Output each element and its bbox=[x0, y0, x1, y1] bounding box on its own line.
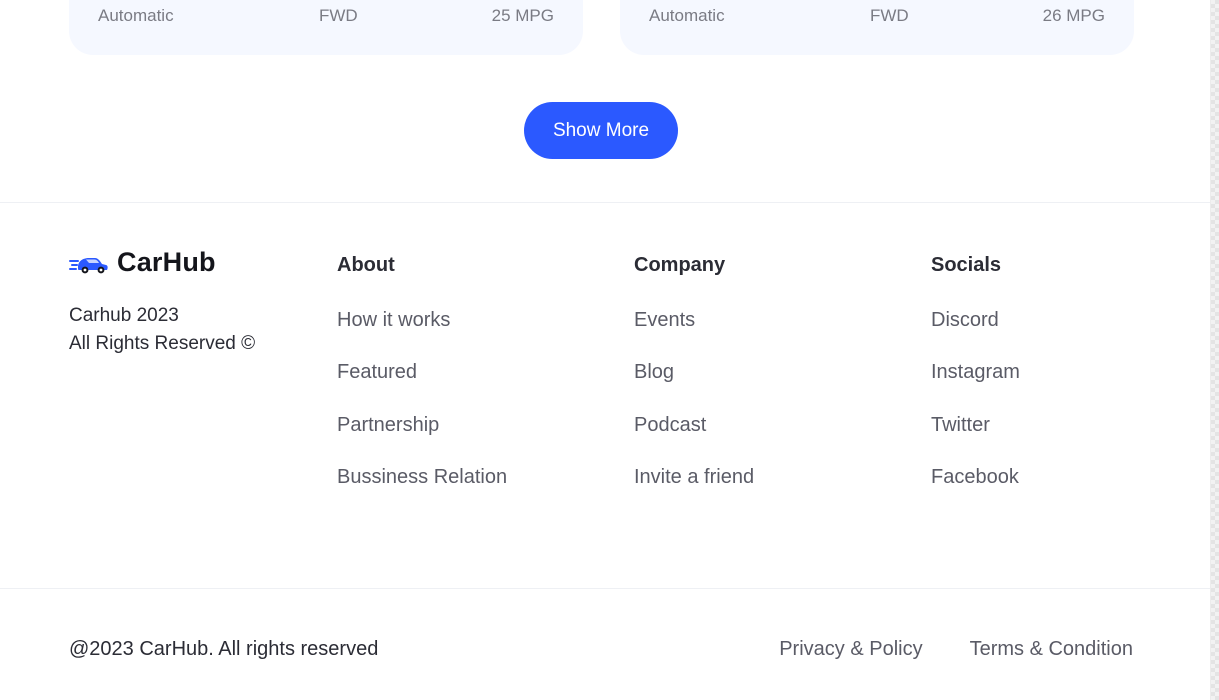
page: Automatic FWD 25 MPG Automatic FWD 26 MP… bbox=[0, 0, 1219, 700]
footer-logo[interactable]: CarHub bbox=[69, 247, 216, 278]
footer-link[interactable]: Bussiness Relation bbox=[337, 466, 507, 489]
mpg-spec: 25 MPG bbox=[491, 6, 554, 25]
transmission-spec: Automatic bbox=[649, 6, 725, 25]
footer-copyright: Carhub 2023 All Rights Reserved © bbox=[69, 302, 255, 358]
privacy-policy-link[interactable]: Privacy & Policy bbox=[779, 638, 922, 661]
footer-link[interactable]: Events bbox=[634, 309, 695, 332]
drive-spec: FWD bbox=[319, 6, 358, 25]
transmission-spec: Automatic bbox=[98, 6, 174, 25]
car-card[interactable]: Automatic FWD 26 MPG bbox=[620, 0, 1134, 55]
copyright-line: Carhub 2023 bbox=[69, 305, 179, 326]
footer-link[interactable]: Invite a friend bbox=[634, 466, 754, 489]
footer-link[interactable]: Featured bbox=[337, 361, 417, 384]
column-title: Socials bbox=[931, 254, 1002, 276]
footer-link[interactable]: Facebook bbox=[931, 466, 1019, 489]
footer-column-about: About How it works Featured Partnership … bbox=[337, 252, 507, 488]
footer-link[interactable]: How it works bbox=[337, 309, 450, 332]
column-title: About bbox=[337, 254, 395, 276]
show-more-button[interactable]: Show More bbox=[524, 102, 678, 159]
footer-column-socials: Socials Discord Instagram Twitter Facebo… bbox=[931, 252, 1020, 488]
footer-link[interactable]: Blog bbox=[634, 361, 674, 384]
footer-column-company: Company Events Blog Podcast Invite a fri… bbox=[634, 252, 754, 488]
car-card[interactable]: Automatic FWD 25 MPG bbox=[69, 0, 583, 55]
brand-name: CarHub bbox=[117, 247, 216, 277]
mpg-spec: 26 MPG bbox=[1042, 6, 1105, 25]
footer-link[interactable]: Podcast bbox=[634, 414, 706, 437]
scrollbar[interactable] bbox=[1210, 0, 1219, 700]
footer-link[interactable]: Discord bbox=[931, 309, 999, 332]
footer-link[interactable]: Instagram bbox=[931, 361, 1020, 384]
footer-rights-text: @2023 CarHub. All rights reserved bbox=[69, 638, 379, 660]
footer-bottom-divider bbox=[0, 588, 1210, 589]
column-title: Company bbox=[634, 254, 726, 276]
copyright-line: All Rights Reserved © bbox=[69, 333, 256, 354]
footer-legal-links: Privacy & Policy Terms & Condition bbox=[779, 638, 1133, 661]
footer-link[interactable]: Partnership bbox=[337, 414, 439, 437]
terms-condition-link[interactable]: Terms & Condition bbox=[970, 638, 1133, 661]
footer-divider bbox=[0, 202, 1210, 203]
car-logo-icon bbox=[69, 257, 108, 273]
footer-link[interactable]: Twitter bbox=[931, 414, 990, 437]
drive-spec: FWD bbox=[870, 6, 909, 25]
